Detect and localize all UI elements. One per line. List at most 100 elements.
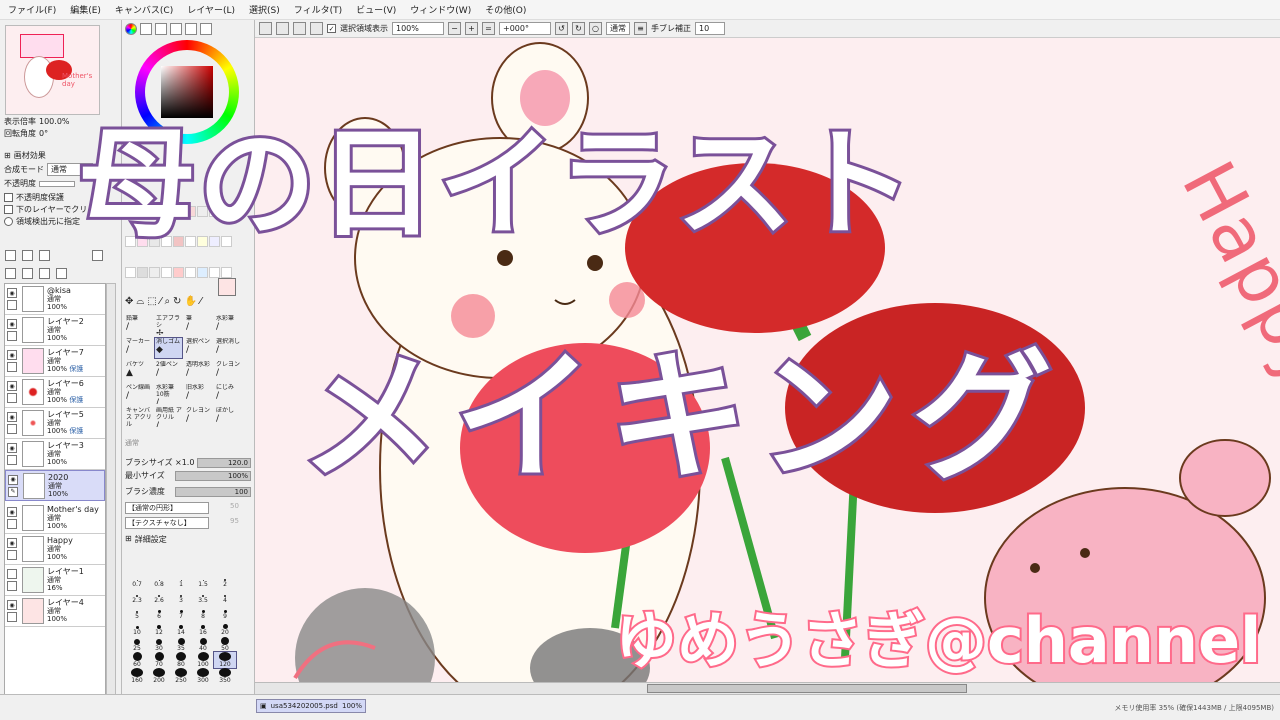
foreground-color[interactable] bbox=[218, 278, 236, 296]
brush-size-preset[interactable]: 1.5 bbox=[192, 572, 214, 588]
select-icon[interactable]: ⬚ bbox=[147, 296, 156, 307]
brush-size-preset[interactable]: 14 bbox=[170, 620, 192, 636]
min-size-bar[interactable]: 100% bbox=[175, 470, 251, 481]
lock-icon[interactable] bbox=[7, 331, 17, 341]
brush-tool[interactable]: にじみ / bbox=[214, 383, 243, 405]
brush-size-preset[interactable]: 4 bbox=[214, 588, 236, 604]
eye-icon[interactable] bbox=[7, 569, 17, 579]
eye-icon[interactable]: ◉ bbox=[7, 412, 17, 422]
lock-icon[interactable] bbox=[7, 300, 17, 310]
brush-tool[interactable]: 2値ペン / bbox=[154, 360, 183, 382]
layer-row[interactable]: ◉ レイヤー4 通常 100% bbox=[5, 596, 105, 627]
rotate-icon[interactable]: ↻ bbox=[173, 296, 181, 307]
density-row[interactable]: ブラシ濃度 100 bbox=[125, 486, 251, 497]
eye-icon[interactable]: ◉ bbox=[7, 288, 17, 298]
brush-tool[interactable]: クレヨン / bbox=[214, 360, 243, 382]
layer-row[interactable]: ◉ レイヤー7 通常 100% 保護 bbox=[5, 346, 105, 377]
detail-settings[interactable]: ⊞ 詳細設定 bbox=[125, 534, 167, 545]
brush-size-preset[interactable]: 40 bbox=[192, 636, 214, 652]
brush-tool[interactable]: 旧水彩 / bbox=[184, 383, 213, 405]
transfer-layer-icon[interactable] bbox=[5, 268, 16, 279]
swatch-icon[interactable] bbox=[200, 23, 212, 35]
eye-icon[interactable]: ◉ bbox=[7, 319, 17, 329]
color-swatch[interactable] bbox=[173, 266, 184, 278]
clear-layer-icon[interactable] bbox=[39, 268, 50, 279]
flip-button[interactable]: ≡ bbox=[634, 22, 647, 35]
clip-checkbox[interactable] bbox=[4, 205, 13, 214]
brush-tool[interactable]: 透明水彩 / bbox=[184, 360, 213, 382]
zoom-in-button[interactable]: + bbox=[465, 22, 478, 35]
scrollbar-thumb[interactable] bbox=[647, 684, 967, 693]
brush-tool[interactable]: 鉛筆 / bbox=[124, 314, 153, 336]
layer-row-selected[interactable]: ◉ ✎ 2020 通常 100% bbox=[5, 470, 105, 501]
zoom-reset-button[interactable]: = bbox=[482, 22, 495, 35]
new-layer-icon[interactable] bbox=[5, 250, 16, 261]
layer-row[interactable]: ◉ レイヤー6 通常 100% 保護 bbox=[5, 377, 105, 408]
color-swatch[interactable] bbox=[125, 266, 136, 278]
wand-icon[interactable]: ⁄ bbox=[160, 296, 162, 307]
brush-size-preset[interactable]: 8 bbox=[192, 604, 214, 620]
brush-size-preset[interactable]: 120 bbox=[213, 651, 237, 669]
brush-size-preset[interactable]: 60 bbox=[126, 652, 148, 668]
stabilizer-select[interactable]: 10 bbox=[695, 22, 725, 35]
brush-tool[interactable]: 水彩筆 10筋 / bbox=[154, 383, 183, 405]
eye-icon[interactable]: ◉ bbox=[7, 381, 17, 391]
rotate-left-button[interactable]: ↺ bbox=[555, 22, 568, 35]
brush-size-preset[interactable]: 3.5 bbox=[192, 588, 214, 604]
zoom-icon[interactable]: ⌕ bbox=[164, 296, 170, 307]
brush-size-bar[interactable]: 120.0 bbox=[197, 457, 251, 468]
new-folder-icon[interactable] bbox=[39, 250, 50, 261]
brush-size-preset[interactable]: 2.6 bbox=[148, 588, 170, 604]
rotate-right-button[interactable]: ↻ bbox=[572, 22, 585, 35]
new-linework-layer-icon[interactable] bbox=[22, 250, 33, 261]
brush-size-preset[interactable]: 100 bbox=[192, 652, 214, 668]
hsv-slider-icon[interactable] bbox=[155, 23, 167, 35]
lock-icon[interactable] bbox=[7, 362, 17, 372]
layer-row[interactable]: ◉ @kisa 通常 100% bbox=[5, 284, 105, 315]
brush-size-preset[interactable]: 25 bbox=[126, 636, 148, 652]
color-swatch[interactable] bbox=[197, 266, 208, 278]
brush-size-preset[interactable]: 200 bbox=[148, 668, 170, 684]
preserve-opacity-checkbox[interactable] bbox=[4, 193, 13, 202]
brush-size-preset[interactable]: 20 bbox=[214, 620, 236, 636]
move-icon[interactable]: ✥ bbox=[125, 296, 133, 307]
brush-size-preset[interactable]: 0.7 bbox=[126, 572, 148, 588]
toolbar-btn-1[interactable] bbox=[259, 22, 272, 35]
lock-icon[interactable] bbox=[7, 455, 17, 465]
color-wheel-icon[interactable] bbox=[125, 23, 137, 35]
brush-size-mult[interactable]: ×1.0 bbox=[175, 458, 197, 467]
brush-size-preset[interactable]: 6 bbox=[148, 604, 170, 620]
brush-tool[interactable]: クレヨン / bbox=[184, 406, 213, 428]
brush-size-preset[interactable]: 160 bbox=[126, 668, 148, 684]
menu-edit[interactable]: 編集(E) bbox=[70, 3, 101, 16]
brush-blend[interactable]: 通常 bbox=[125, 438, 139, 448]
brush-size-preset[interactable]: 5 bbox=[126, 604, 148, 620]
brush-tool[interactable]: 画用紙 アクリル / bbox=[154, 406, 183, 428]
palette-icon[interactable] bbox=[185, 23, 197, 35]
eye-icon[interactable]: ◉ bbox=[7, 538, 17, 548]
blend-mode-select[interactable]: 通常 bbox=[606, 22, 630, 35]
rotation-value[interactable]: 0° bbox=[39, 129, 48, 138]
brush-size-preset[interactable]: 80 bbox=[170, 652, 192, 668]
lock-icon[interactable] bbox=[7, 581, 17, 591]
menu-layer[interactable]: レイヤー(L) bbox=[187, 3, 235, 16]
lock-icon[interactable] bbox=[7, 519, 17, 529]
toolbar-btn-3[interactable] bbox=[293, 22, 306, 35]
brush-tool[interactable]: ぼかし / bbox=[214, 406, 243, 428]
brush-tool[interactable]: 筆 / bbox=[184, 314, 213, 336]
density-bar[interactable]: 100 bbox=[175, 486, 251, 497]
lasso-icon[interactable]: ⌓ bbox=[136, 296, 144, 307]
layer-row[interactable]: ◉ Mother's day 通常 100% bbox=[5, 503, 105, 534]
hsv-slider-icon[interactable] bbox=[170, 23, 182, 35]
merge-layer-icon[interactable] bbox=[22, 268, 33, 279]
rgb-slider-icon[interactable] bbox=[140, 23, 152, 35]
brush-size-preset[interactable]: 0.8 bbox=[148, 572, 170, 588]
zoom-out-button[interactable]: − bbox=[448, 22, 461, 35]
eye-icon[interactable]: ◉ bbox=[7, 507, 17, 517]
color-swatch[interactable] bbox=[137, 266, 148, 278]
brush-tool[interactable]: 水彩筆 / bbox=[214, 314, 243, 336]
layer-scrollbar[interactable] bbox=[106, 283, 116, 713]
brush-size-row[interactable]: ブラシサイズ ×1.0 120.0 bbox=[125, 457, 251, 468]
eye-icon[interactable]: ◉ bbox=[7, 600, 17, 610]
menu-select[interactable]: 選択(S) bbox=[249, 3, 280, 16]
